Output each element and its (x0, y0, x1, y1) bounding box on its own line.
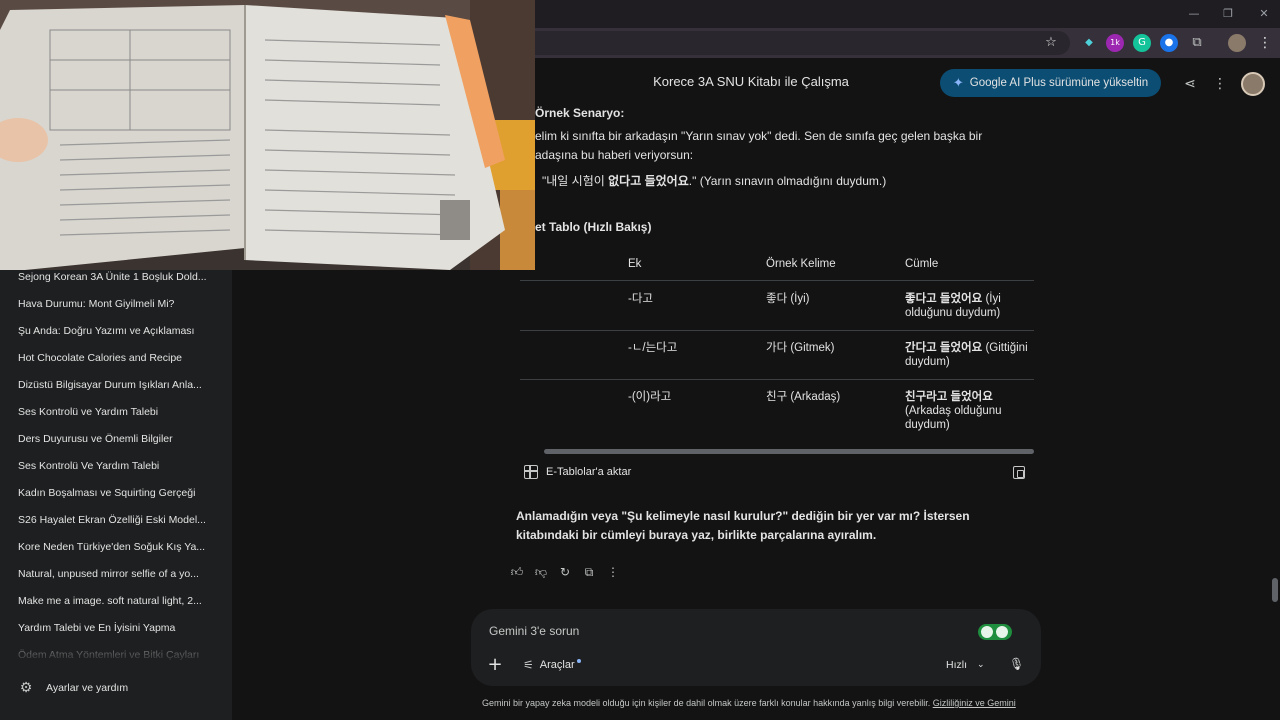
sentence-bold: 좋다고 들었어요 (905, 293, 983, 305)
extension-diamond-icon[interactable]: ◆ (1080, 34, 1098, 52)
sentence-rest: (Arkadaş olduğunu duydum) (905, 405, 1002, 431)
table-cell-word: 좋다 (İyi) (766, 293, 810, 305)
sidebar-chat-item[interactable]: S26 Hayalet Ekran Özelliği Eski Model... (18, 514, 214, 526)
profile-avatar[interactable] (1228, 34, 1246, 52)
close-icon[interactable]: ✕ (1254, 6, 1274, 22)
sentence-bold: 간다고 들었어요 (905, 342, 983, 354)
table-cell-ek: -다고 (628, 293, 653, 305)
export-to-sheets-button[interactable]: E-Tablolar'a aktar (524, 465, 631, 479)
example-sentence: "내일 시험이 없다고 들었어요." (Yarın sınavın olmadı… (542, 172, 886, 189)
sentence-bold: 친구라고 들었어요 (905, 391, 993, 403)
grammarly-dot-icon (996, 626, 1008, 638)
sidebar-chat-item[interactable]: Ses Kontrolü Ve Yardım Talebi (18, 460, 214, 472)
conversation-title: Korece 3A SNU Kitabı ile Çalışma (653, 74, 849, 89)
prompt-box (471, 609, 1041, 686)
thumbs-down-icon[interactable]: 👎︎ (533, 564, 549, 580)
copy-response-icon[interactable]: ⧉ (581, 564, 597, 580)
sidebar-chat-item[interactable]: Kore Neden Türkiye'den Soğuk Kış Ya... (18, 541, 214, 553)
sidebar-chat-item[interactable]: Ders Duyurusu ve Önemli Bilgiler (18, 433, 214, 445)
sidebar-chat-item[interactable]: Yardım Talebi ve En İyisini Yapma (18, 622, 214, 634)
extension-dot-icon (981, 626, 993, 638)
address-bar[interactable] (535, 31, 1070, 55)
upgrade-label: Google AI Plus sürümüne yükseltin (969, 77, 1149, 89)
upgrade-button[interactable]: ✦ Google AI Plus sürümüne yükseltin (940, 69, 1161, 97)
speed-label: Hızlı (946, 659, 967, 671)
table-divider (520, 330, 1034, 331)
sidebar-chat-item[interactable]: Hot Chocolate Calories and Recipe (18, 352, 214, 364)
extension-cloud-icon[interactable]: ● (1160, 34, 1178, 52)
tools-sliders-icon: ⚟ (523, 658, 534, 672)
sidebar-chat-item[interactable]: Make me a image. soft natural light, 2..… (18, 595, 214, 607)
table-heading: et Tablo (Hızlı Bakış) (535, 220, 652, 234)
sparkle-icon: ✦ (952, 75, 964, 91)
table-header-sentence: Cümle (905, 258, 939, 270)
table-cell-sentence: 좋다고 들었어요 (İyi olduğunu duydum) (905, 292, 1033, 320)
browser-menu-icon[interactable]: ⋮ (1256, 34, 1274, 52)
export-label: E-Tablolar'a aktar (546, 466, 632, 478)
book-photo (0, 0, 535, 270)
copy-table-icon[interactable] (1013, 466, 1025, 479)
more-options-icon[interactable]: ⋮ (1210, 74, 1230, 94)
extension-badge-icon[interactable]: 1k (1106, 34, 1124, 52)
scenario-text-line1: elim ki sınıfta bir arkadaşın "Yarın sın… (535, 129, 983, 143)
share-icon[interactable]: ⋖ (1180, 74, 1200, 94)
more-actions-icon[interactable]: ⋮ (605, 564, 621, 580)
table-header-word: Örnek Kelime (766, 258, 836, 270)
sidebar-chat-item[interactable]: Hava Durumu: Mont Giyilmeli Mi? (18, 298, 214, 310)
settings-label: Ayarlar ve yardım (46, 682, 129, 694)
table-divider (520, 379, 1034, 380)
avatar[interactable] (1241, 72, 1265, 96)
model-speed-selector[interactable]: Hızlı ⌄ (946, 659, 985, 671)
table-cell-sentence: 간다고 들었어요 (Gittiğini duydum) (905, 341, 1033, 369)
sidebar-chat-item[interactable]: Ses Kontrolü ve Yardım Talebi (18, 406, 214, 418)
sidebar-fade (0, 640, 232, 664)
disclaimer-text: Gemini bir yapay zeka modeli olduğu için… (482, 698, 933, 708)
chevron-down-icon: ⌄ (977, 660, 985, 670)
tools-button[interactable]: ⚟ Araçlar (523, 658, 581, 672)
settings-and-help-button[interactable]: ⚙ Ayarlar ve yardım (18, 680, 128, 696)
microphone-icon[interactable]: 🎙︎ (1009, 657, 1024, 673)
star-icon[interactable]: ☆ (1042, 34, 1060, 52)
gear-icon: ⚙ (19, 680, 33, 696)
table-cell-ek: -(이)라고 (628, 391, 672, 403)
sidebar-chat-item[interactable]: Şu Anda: Doğru Yazımı ve Açıklaması (18, 325, 214, 337)
privacy-link[interactable]: Gizliliğiniz ve Gemini (933, 698, 1016, 708)
extensions-puzzle-icon[interactable]: ⧉ (1188, 34, 1206, 52)
table-divider (520, 280, 1034, 281)
page-scrollbar[interactable] (1272, 578, 1278, 602)
example-bold: 없다고 들었어요 (608, 174, 689, 188)
new-feature-dot (576, 659, 581, 663)
table-cell-sentence: 친구라고 들었어요 (Arkadaş olduğunu duydum) (905, 390, 1033, 432)
table-horizontal-scrollbar[interactable] (544, 449, 1034, 454)
example-pre: "내일 시험이 (542, 174, 609, 188)
grammarly-icon[interactable]: G (1133, 34, 1151, 52)
minimize-icon[interactable]: — (1184, 6, 1204, 22)
sidebar-chat-item[interactable]: Dizüstü Bilgisayar Durum Işıkları Anla..… (18, 379, 214, 391)
restore-icon[interactable]: ❐ (1218, 6, 1238, 22)
sidebar-chat-item[interactable]: Sejong Korean 3A Ünite 1 Boşluk Dold... (18, 271, 214, 283)
extension-overlay-icon[interactable] (978, 624, 1012, 640)
disclaimer: Gemini bir yapay zeka modeli olduğu için… (482, 698, 1016, 708)
table-cell-word: 가다 (Gitmek) (766, 342, 835, 354)
table-header-ek: Ek (628, 258, 642, 270)
table-cell-word: 친구 (Arkadaş) (766, 391, 841, 403)
sidebar-chat-item[interactable]: Natural, unpused mirror selfie of a yo..… (18, 568, 214, 580)
prompt-input[interactable]: Gemini 3'e sorun (489, 624, 579, 638)
table-cell-ek: -ㄴ/는다고 (628, 342, 678, 354)
regenerate-icon[interactable]: ↻ (557, 564, 573, 580)
add-attachment-button[interactable]: + (486, 656, 504, 674)
closing-line2: kitabındaki bir cümleyi buraya yaz, birl… (516, 528, 877, 542)
sidebar-chat-item[interactable]: Kadın Boşalması ve Squirting Gerçeği (18, 487, 214, 499)
textbook-photo-image (0, 0, 535, 270)
scenario-text-line2: adaşına bu haberi veriyorsun: (535, 148, 694, 162)
sheets-grid-icon (524, 465, 538, 479)
tools-label: Araçlar (539, 659, 575, 671)
closing-line1: Anlamadığın veya "Şu kelimeyle nasıl kur… (516, 509, 970, 523)
thumbs-up-icon[interactable]: 👍︎ (509, 564, 525, 580)
example-post: ." (Yarın sınavın olmadığını duydum.) (688, 174, 887, 188)
scenario-heading: Örnek Senaryo: (535, 106, 625, 120)
